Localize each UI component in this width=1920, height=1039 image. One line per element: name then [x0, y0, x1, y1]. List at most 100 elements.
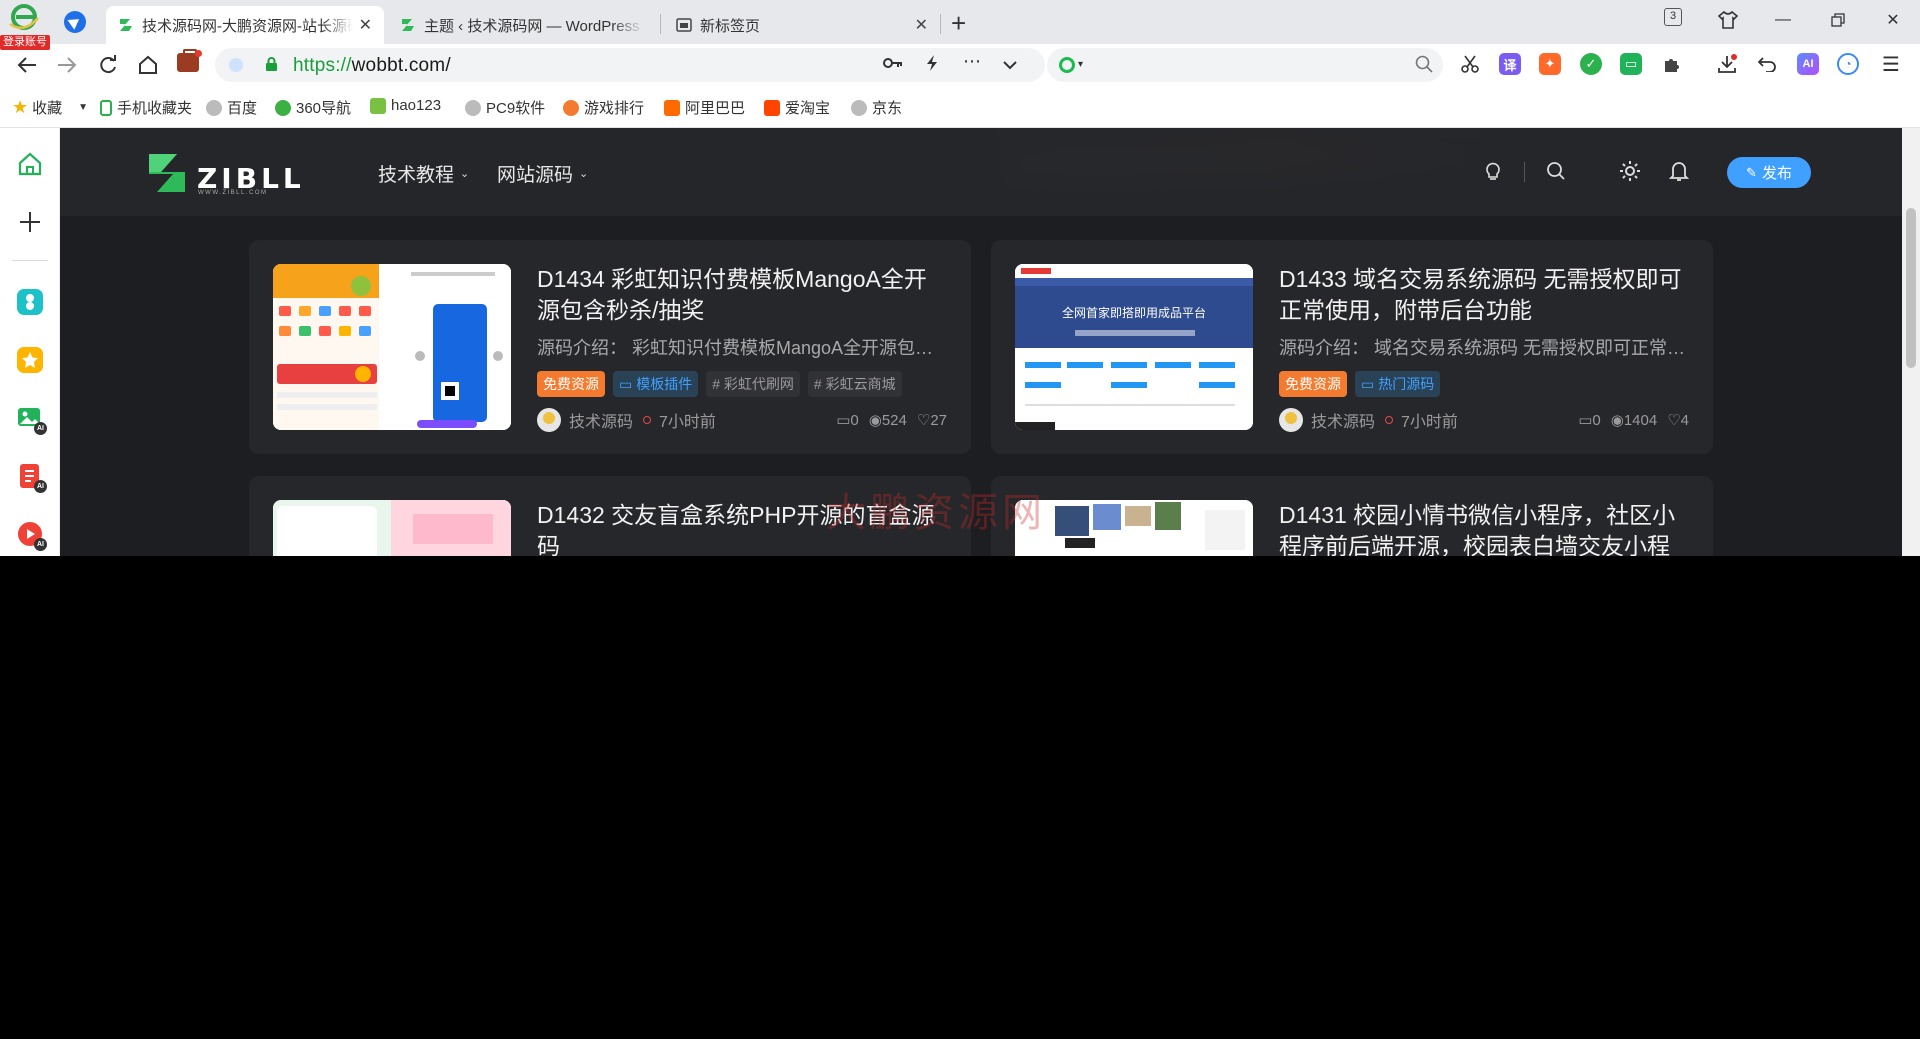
address-url[interactable]: https://wobbt.com/ [293, 55, 451, 77]
tab-separator [940, 14, 941, 34]
ai-assistant-icon[interactable]: AI [1797, 53, 1819, 75]
post-thumbnail[interactable]: 全网首家即搭即用成品平台 [1015, 264, 1253, 430]
post-card[interactable]: D1434 彩虹知识付费模板MangoA全开源包含秒杀/抽奖 源码介绍： 彩虹知… [249, 240, 971, 454]
bookmark-baidu[interactable]: 百度 [206, 97, 257, 118]
home-icon[interactable] [16, 150, 44, 178]
bookmark-pc9[interactable]: PC9软件 [465, 97, 545, 118]
forward-icon[interactable] [52, 50, 82, 80]
bookmark-alibaba[interactable]: 阿里巴巴 [664, 97, 745, 118]
engine-dropdown-icon[interactable]: ▾ [1078, 59, 1083, 70]
post-title[interactable]: D1433 域名交易系统源码 无需授权即可正常使用，附带后台功能 [1279, 264, 1689, 326]
browser-logo-icon[interactable] [8, 4, 40, 32]
checkmark-extension-icon[interactable]: ✓ [1580, 53, 1602, 75]
extensions-puzzle-icon[interactable] [1661, 53, 1683, 75]
edge-swirl-icon[interactable]: ◔ [1837, 53, 1859, 75]
game-controller-icon[interactable]: ✦ [1539, 53, 1561, 75]
restore-icon[interactable] [1818, 6, 1858, 34]
globe-icon [465, 99, 481, 116]
post-thumbnail[interactable] [273, 264, 511, 430]
tag-category[interactable]: ▭ 模板插件 [613, 371, 699, 397]
post-thumbnail[interactable] [1015, 500, 1253, 556]
post-time: 7小时前 [659, 414, 716, 431]
site-info-icon[interactable] [229, 58, 243, 72]
tag-hashtag[interactable]: # 彩虹代刷网 [706, 371, 800, 397]
zibll-logo-icon[interactable] [147, 152, 187, 194]
bookmark-hao123[interactable]: hao123 [370, 97, 441, 114]
bookmark-game-rank[interactable]: 游戏排行 [563, 97, 644, 118]
bookmark-label: 360导航 [296, 100, 352, 117]
reload-icon[interactable] [93, 50, 123, 80]
bookmark-aitaobao[interactable]: 爱淘宝 [764, 97, 830, 118]
bell-icon[interactable] [1666, 158, 1692, 184]
post-thumbnail[interactable] [273, 500, 511, 556]
post-card[interactable]: D1431 校园小情书微信小程序，社区小程序前后端开源，校园表白墙交友小程序 [991, 476, 1713, 556]
author-avatar[interactable] [1279, 408, 1303, 432]
tag-hashtag[interactable]: # 彩虹云商城 [807, 371, 902, 397]
globe-icon [206, 99, 222, 116]
tag-free-resource[interactable]: 免费资源 [1279, 371, 1347, 397]
page-scrollbar[interactable] [1902, 128, 1920, 556]
ai-image-icon[interactable]: AI [16, 404, 47, 435]
search-engine-icon[interactable] [1059, 57, 1075, 73]
pinned-tab-send-icon[interactable] [64, 11, 86, 33]
clover-app-icon[interactable] [16, 288, 44, 316]
new-tab-plus-icon[interactable]: + [951, 8, 966, 39]
close-window-icon[interactable]: ✕ [1873, 6, 1913, 34]
publish-button[interactable]: ✎ 发布 [1727, 157, 1811, 188]
tab-close-icon[interactable]: ✕ [359, 15, 372, 35]
gear-icon[interactable] [1617, 158, 1643, 184]
login-account-badge[interactable]: 登录账号 [0, 35, 50, 50]
scrollbar-thumb[interactable] [1906, 208, 1916, 368]
book-extension-icon[interactable]: ▭ [1620, 53, 1642, 75]
add-icon[interactable] [16, 208, 44, 236]
briefcase-icon[interactable] [177, 49, 202, 72]
more-dots-icon[interactable]: ⋯ [963, 51, 981, 72]
lightbulb-icon[interactable] [1480, 158, 1506, 184]
address-bar[interactable]: https://wobbt.com/ ⋯ [215, 48, 1045, 82]
favorites-star-icon[interactable] [16, 346, 44, 374]
comment-icon: ▭ [1578, 412, 1593, 429]
tab-theme-admin[interactable]: 主题 ‹ 技术源码网 — WordPress [388, 6, 656, 44]
bookmark-mobile[interactable]: 手机收藏夹 [100, 97, 192, 118]
tab-close-icon[interactable]: ✕ [915, 15, 928, 35]
menu-site-source[interactable]: 网站源码 ⌄ [497, 160, 588, 187]
translate-icon[interactable]: 译 [1499, 53, 1521, 75]
key-icon[interactable] [883, 54, 903, 75]
author-name[interactable]: 技术源码 [569, 408, 633, 432]
taobao-logo-icon [764, 99, 780, 116]
menu-tech-tutorials[interactable]: 技术教程 ⌄ [378, 160, 469, 187]
caret-down-icon[interactable]: ▼ [78, 102, 88, 113]
bookmark-jd[interactable]: 京东 [851, 97, 902, 118]
search-icon[interactable] [1543, 158, 1569, 184]
ai-pdf-icon[interactable]: AI [16, 462, 47, 493]
tab-new-tab-page[interactable]: 新标签页 ✕ [664, 6, 940, 44]
post-card[interactable]: 全网首家即搭即用成品平台 D1433 域名交易系统源码 无需授权即可正常使用，附… [991, 240, 1713, 454]
post-title[interactable]: D1434 彩虹知识付费模板MangoA全开源包含秒杀/抽奖 [537, 264, 947, 326]
chevron-down-icon[interactable] [1002, 54, 1018, 75]
bookmark-360[interactable]: 360导航 [275, 97, 351, 118]
search-icon[interactable] [1415, 55, 1433, 78]
lightning-icon[interactable] [925, 54, 939, 77]
tab-site-home[interactable]: 技术源码网-大鹏资源网-站长源码 ✕ [106, 6, 384, 44]
views-stat: ◉1404 [1611, 411, 1657, 429]
minimize-icon[interactable]: — [1763, 6, 1803, 34]
search-input[interactable]: ▾ [1047, 48, 1443, 82]
author-avatar[interactable] [537, 408, 561, 432]
back-icon[interactable] [12, 50, 42, 80]
home-icon[interactable] [133, 50, 163, 80]
zibll-favicon-icon [402, 19, 414, 31]
post-title[interactable]: D1431 校园小情书微信小程序，社区小程序前后端开源，校园表白墙交友小程序 [1279, 500, 1689, 556]
undo-icon[interactable] [1756, 53, 1778, 75]
category-label: 模板插件 [636, 376, 693, 392]
bookmarks-bar: ★ 收藏 ▼ 手机收藏夹 百度 360导航 hao123 PC9软件 游戏排行 … [0, 86, 1920, 128]
scissors-icon[interactable] [1459, 53, 1481, 75]
download-icon[interactable] [1716, 53, 1738, 75]
tag-free-resource[interactable]: 免费资源 [537, 371, 605, 397]
tag-category[interactable]: ▭ 热门源码 [1355, 371, 1441, 397]
tab-count-badge[interactable]: 3 [1664, 8, 1682, 26]
bookmark-favorites[interactable]: ★ 收藏 ▼ [12, 97, 88, 118]
skin-shirt-icon[interactable] [1708, 6, 1748, 34]
ai-video-icon[interactable]: AI [16, 520, 47, 551]
author-name[interactable]: 技术源码 [1311, 408, 1375, 432]
hamburger-menu-icon[interactable]: ☰ [1880, 53, 1902, 76]
